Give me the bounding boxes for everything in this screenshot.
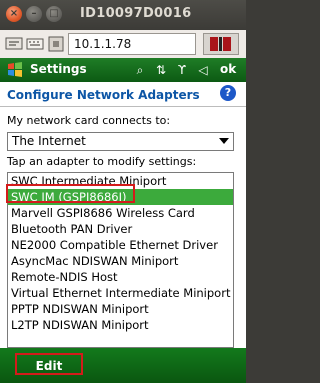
settings-icon[interactable] xyxy=(46,34,66,54)
list-item[interactable]: AsyncMac NDISWAN Miniport xyxy=(8,253,233,269)
list-item[interactable]: Virtual Ethernet Intermediate Miniport xyxy=(8,285,233,301)
keyboard-icon[interactable] xyxy=(25,34,45,54)
window-close-button[interactable]: × xyxy=(6,6,22,22)
connect-icon[interactable] xyxy=(4,34,24,54)
connects-to-dropdown[interactable]: The Internet xyxy=(7,132,234,151)
list-item[interactable]: Marvell GSPI8686 Wireless Card xyxy=(8,205,233,221)
connects-to-value: The Internet xyxy=(12,134,86,148)
windows-start-icon[interactable] xyxy=(6,61,24,79)
signal-off-icon[interactable]: ϒ xyxy=(174,61,190,79)
window-titlebar: × – □ ID10097D0016 xyxy=(0,0,246,30)
list-item[interactable]: L2TP NDISWAN Miniport xyxy=(8,317,233,333)
device-flag-icon xyxy=(210,37,231,51)
ip-address-field[interactable]: 10.1.1.78 xyxy=(68,33,196,55)
settings-content: Configure Network Adapters ? My network … xyxy=(0,82,246,348)
window-maximize-button[interactable]: □ xyxy=(46,6,62,22)
adapter-list[interactable]: SWC Intermediate Miniport SWC IM (GSPI86… xyxy=(7,172,234,348)
window-minimize-button[interactable]: – xyxy=(26,6,42,22)
help-icon[interactable]: ? xyxy=(220,85,236,101)
flag-button[interactable] xyxy=(203,33,239,55)
message-icon[interactable]: ⌕ xyxy=(132,61,148,79)
adapter-list-label: Tap an adapter to modify settings: xyxy=(7,155,197,168)
header-divider xyxy=(0,106,246,107)
page-header: Configure Network Adapters xyxy=(7,88,200,102)
ok-button[interactable]: ok xyxy=(220,62,236,76)
list-item[interactable]: SWC IM (GSPI8686I) xyxy=(8,189,233,205)
connects-to-label: My network card connects to: xyxy=(7,114,171,127)
list-item[interactable]: SWC Intermediate Miniport xyxy=(8,173,233,189)
device-titlebar: Settings ⌕ ⇅ ϒ ◁ ok xyxy=(0,58,246,82)
window-title: ID10097D0016 xyxy=(80,6,192,21)
softkey-bar: Edit xyxy=(0,348,246,383)
list-item[interactable]: Bluetooth PAN Driver xyxy=(8,221,233,237)
dropdown-arrow-icon[interactable] xyxy=(219,138,229,144)
data-connection-icon[interactable]: ⇅ xyxy=(153,61,169,79)
remote-toolbar: 10.1.1.78 xyxy=(0,30,246,58)
app-title: Settings xyxy=(30,62,87,76)
edit-softkey[interactable]: Edit xyxy=(15,353,83,375)
list-item[interactable]: Remote-NDIS Host xyxy=(8,269,233,285)
list-item[interactable]: PPTP NDISWAN Miniport xyxy=(8,301,233,317)
volume-muted-icon[interactable]: ◁ xyxy=(195,61,211,79)
list-item[interactable]: NE2000 Compatible Ethernet Driver xyxy=(8,237,233,253)
